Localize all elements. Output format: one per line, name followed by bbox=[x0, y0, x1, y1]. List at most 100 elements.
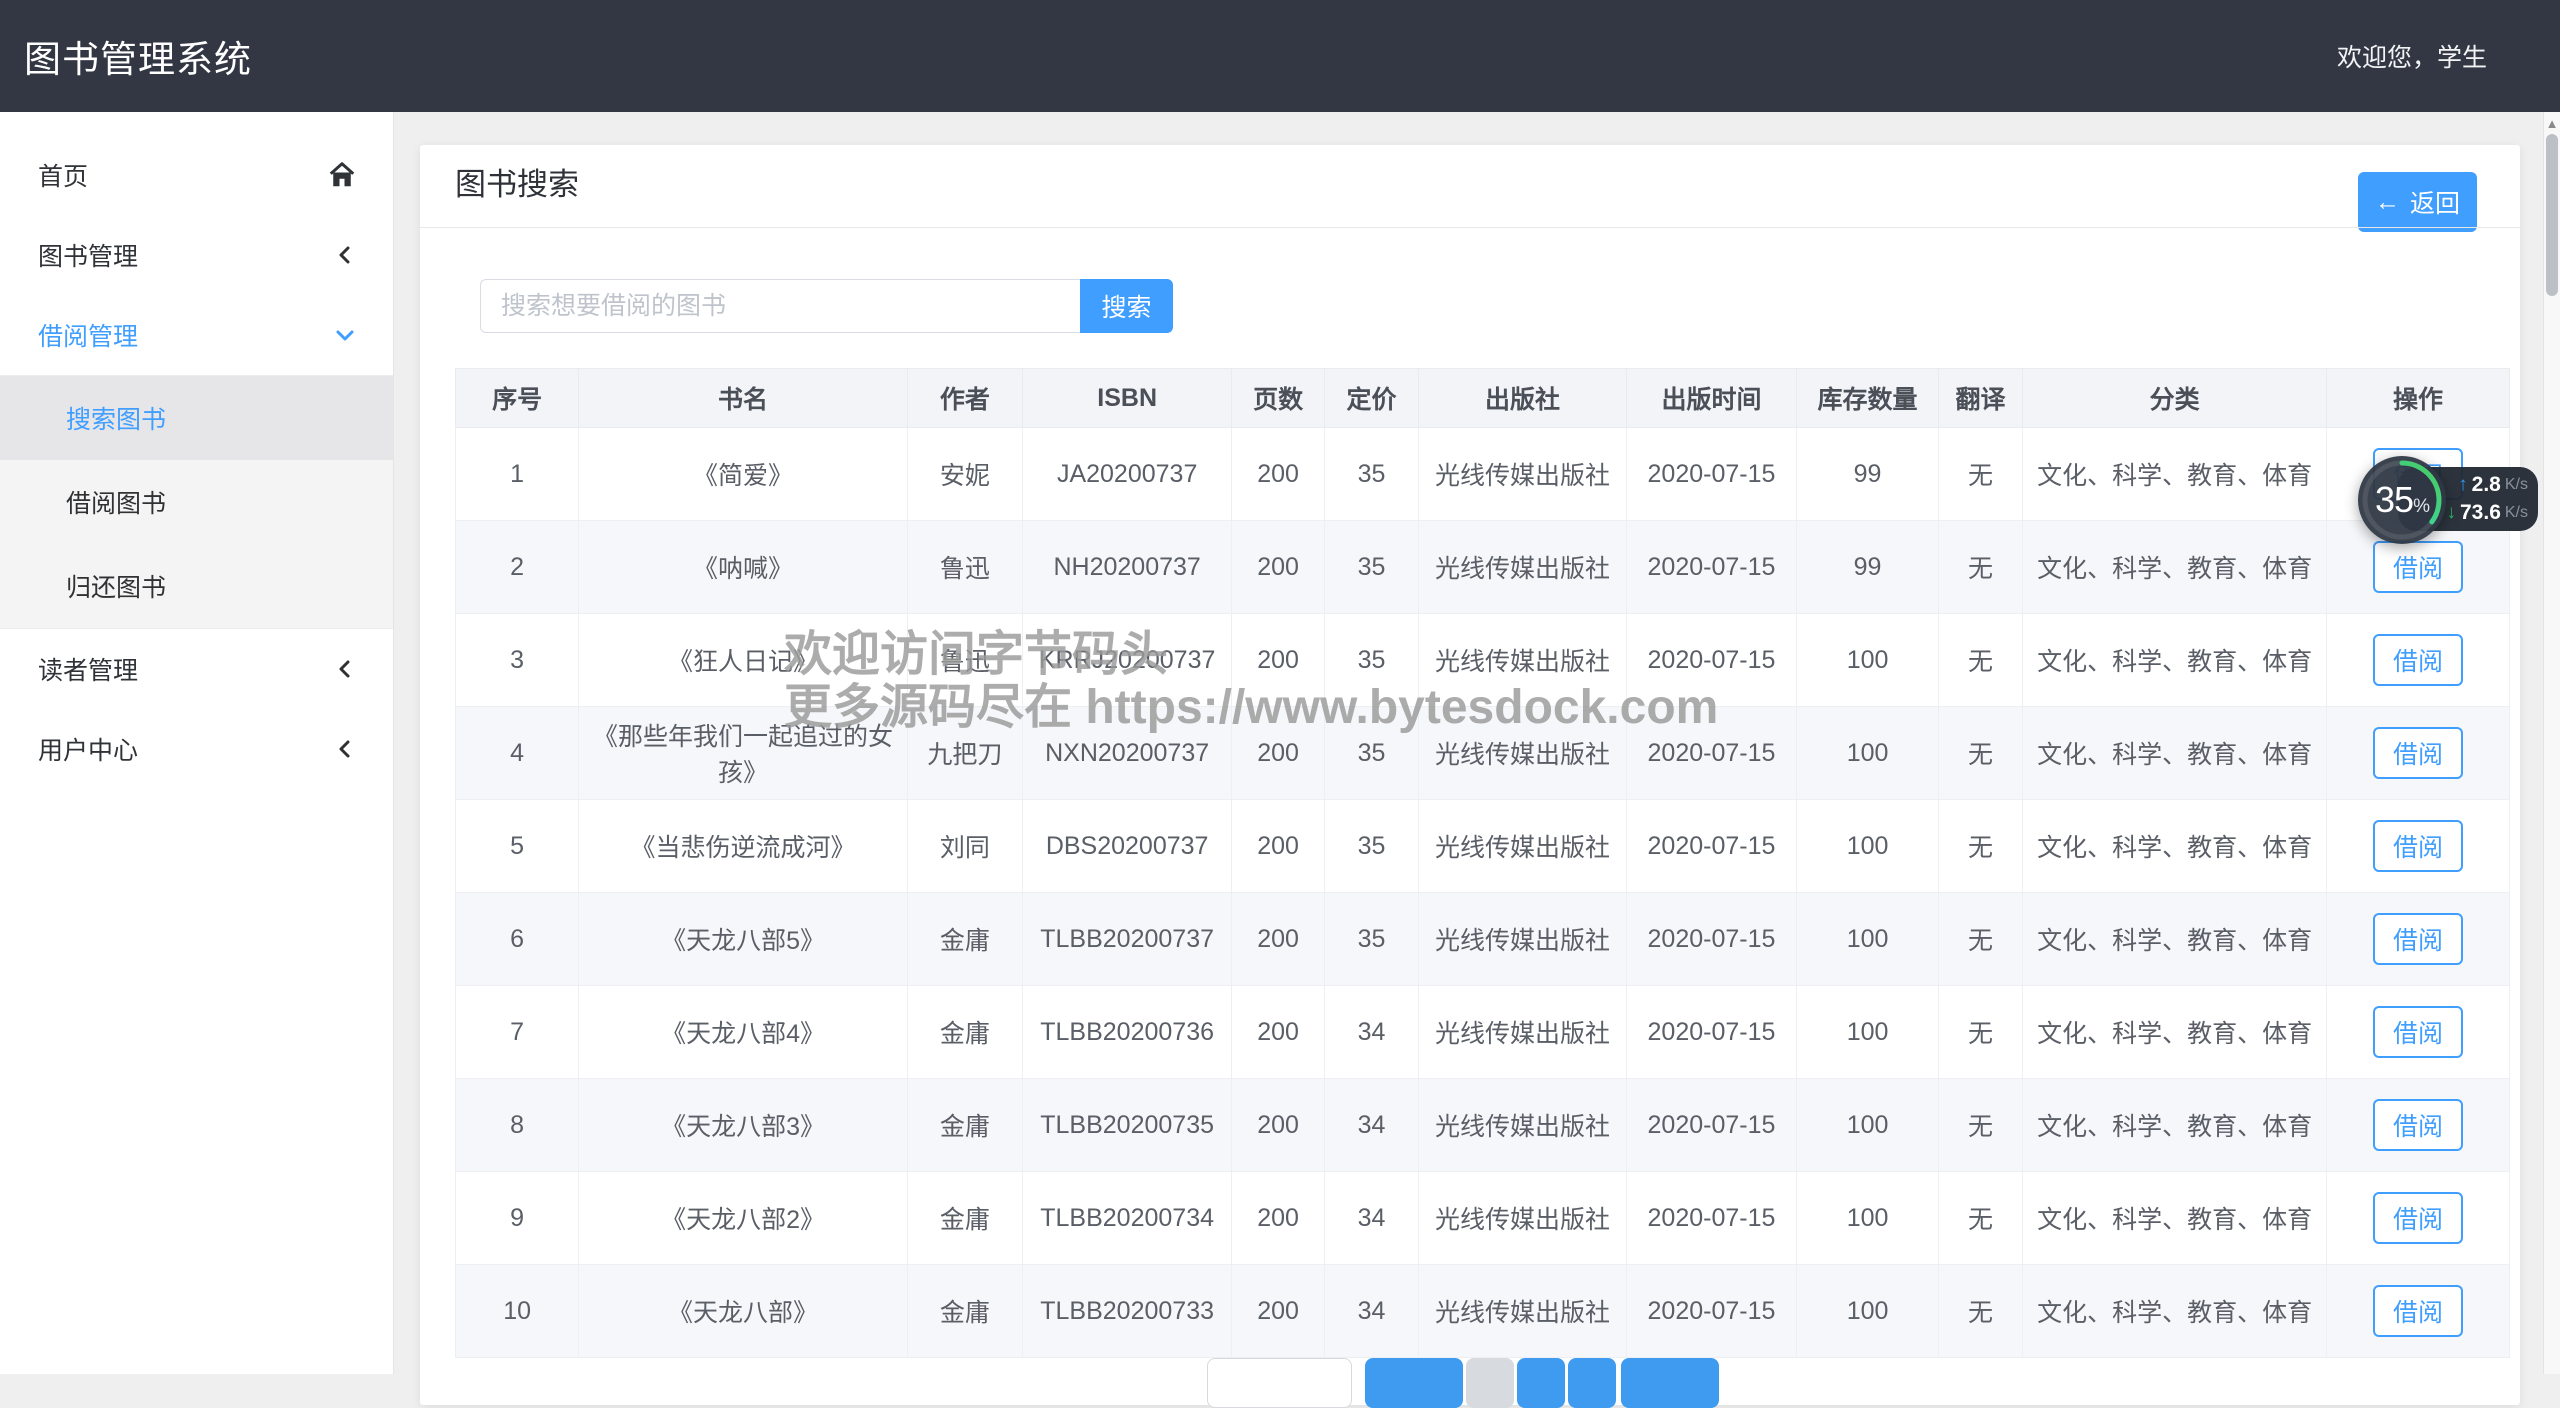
action-cell: 借阅 bbox=[2327, 614, 2510, 707]
sidebar-item-reader-management[interactable]: 读者管理 bbox=[0, 629, 393, 709]
table-header-row: 序号书名作者ISBN页数定价出版社出版时间库存数量翻译分类操作 bbox=[456, 369, 2510, 428]
borrow-button[interactable]: 借阅 bbox=[2373, 820, 2463, 872]
table-cell: 金庸 bbox=[907, 893, 1022, 986]
table-cell: 光线传媒出版社 bbox=[1419, 1172, 1626, 1265]
table-row: 6《天龙八部5》金庸TLBB2020073720035光线传媒出版社2020-0… bbox=[456, 893, 2510, 986]
sidebar-item-book-management[interactable]: 图书管理 bbox=[0, 215, 393, 295]
action-cell: 借阅 bbox=[2327, 1079, 2510, 1172]
table-cell: 文化、科学、教育、体育 bbox=[2023, 1265, 2327, 1358]
table-row: 3《狂人日记》鲁迅KRRJ2020073720035光线传媒出版社2020-07… bbox=[456, 614, 2510, 707]
table-cell: 《当悲伤逆流成河》 bbox=[579, 800, 908, 893]
sidebar-item-return-books[interactable]: 归还图书 bbox=[0, 544, 393, 628]
sidebar: 首页 图书管理 借阅管理 搜索图书 借阅图书 归还图书 读者管理 bbox=[0, 112, 394, 1374]
table-cell: 无 bbox=[1938, 1079, 2022, 1172]
table-cell: TLBB20200735 bbox=[1022, 1079, 1232, 1172]
table-cell: 文化、科学、教育、体育 bbox=[2023, 707, 2327, 800]
action-cell: 借阅 bbox=[2327, 707, 2510, 800]
borrow-button[interactable]: 借阅 bbox=[2373, 913, 2463, 965]
sidebar-item-user-center[interactable]: 用户中心 bbox=[0, 709, 393, 789]
table-row: 7《天龙八部4》金庸TLBB2020073620034光线传媒出版社2020-0… bbox=[456, 986, 2510, 1079]
welcome-text: 欢迎您，学生 bbox=[2337, 38, 2560, 74]
table-cell: 《天龙八部3》 bbox=[579, 1079, 908, 1172]
table-cell: 100 bbox=[1797, 800, 1939, 893]
table-cell: 2020-07-15 bbox=[1626, 428, 1796, 521]
vertical-scrollbar[interactable]: ▲ bbox=[2543, 112, 2560, 1374]
table-row: 9《天龙八部2》金庸TLBB2020073420034光线传媒出版社2020-0… bbox=[456, 1172, 2510, 1265]
table-cell: 1 bbox=[456, 428, 579, 521]
table-cell: 九把刀 bbox=[907, 707, 1022, 800]
borrow-button[interactable]: 借阅 bbox=[2373, 1285, 2463, 1337]
scroll-up-icon[interactable]: ▲ bbox=[2544, 116, 2560, 131]
table-cell: 文化、科学、教育、体育 bbox=[2023, 1172, 2327, 1265]
table-cell: 无 bbox=[1938, 707, 2022, 800]
borrow-button[interactable]: 借阅 bbox=[2373, 1099, 2463, 1151]
search-button[interactable]: 搜索 bbox=[1080, 279, 1173, 333]
borrow-button[interactable]: 借阅 bbox=[2373, 1006, 2463, 1058]
sidebar-item-borrow-books[interactable]: 借阅图书 bbox=[0, 460, 393, 544]
column-header: 库存数量 bbox=[1797, 369, 1939, 428]
table-cell: 99 bbox=[1797, 428, 1939, 521]
table-cell: DBS20200737 bbox=[1022, 800, 1232, 893]
table-cell: 光线传媒出版社 bbox=[1419, 614, 1626, 707]
sidebar-item-home[interactable]: 首页 bbox=[0, 135, 393, 215]
page-size-select[interactable] bbox=[1207, 1358, 1352, 1408]
sidebar-item-label: 首页 bbox=[38, 157, 88, 193]
table-cell: 34 bbox=[1324, 986, 1418, 1079]
table-cell: 2020-07-15 bbox=[1626, 1079, 1796, 1172]
sidebar-item-label: 用户中心 bbox=[38, 731, 138, 767]
borrow-button[interactable]: 借阅 bbox=[2373, 634, 2463, 686]
table-cell: 金庸 bbox=[907, 1172, 1022, 1265]
table-cell: 200 bbox=[1232, 614, 1324, 707]
pagination-page-button[interactable] bbox=[1466, 1358, 1514, 1408]
table-cell: 2020-07-15 bbox=[1626, 1172, 1796, 1265]
table-cell: 99 bbox=[1797, 521, 1939, 614]
table-cell: KRRJ20200737 bbox=[1022, 614, 1232, 707]
column-header: 出版社 bbox=[1419, 369, 1626, 428]
column-header: 分类 bbox=[2023, 369, 2327, 428]
action-cell: 借阅 bbox=[2327, 1265, 2510, 1358]
borrow-button[interactable]: 借阅 bbox=[2373, 541, 2463, 593]
table-cell: 200 bbox=[1232, 521, 1324, 614]
table-cell: 2020-07-15 bbox=[1626, 521, 1796, 614]
download-speed-unit: K/s bbox=[2505, 501, 2528, 525]
table-cell: 金庸 bbox=[907, 986, 1022, 1079]
table-cell: 光线传媒出版社 bbox=[1419, 428, 1626, 521]
table-cell: 鲁迅 bbox=[907, 614, 1022, 707]
borrow-button[interactable]: 借阅 bbox=[2373, 727, 2463, 779]
table-cell: 35 bbox=[1324, 800, 1418, 893]
table-cell: 2020-07-15 bbox=[1626, 800, 1796, 893]
table-cell: 光线传媒出版社 bbox=[1419, 521, 1626, 614]
borrow-button[interactable]: 借阅 bbox=[2373, 1192, 2463, 1244]
column-header: 作者 bbox=[907, 369, 1022, 428]
table-cell: 无 bbox=[1938, 800, 2022, 893]
action-cell: 借阅 bbox=[2327, 800, 2510, 893]
scrollbar-thumb[interactable] bbox=[2546, 134, 2558, 296]
pagination-next-button[interactable] bbox=[1621, 1358, 1719, 1408]
table-cell: 文化、科学、教育、体育 bbox=[2023, 521, 2327, 614]
app-title: 图书管理系统 bbox=[0, 29, 252, 83]
pagination-page-button[interactable] bbox=[1517, 1358, 1565, 1408]
upload-speed-value: 2.8 bbox=[2472, 473, 2501, 497]
sidebar-item-borrow-management[interactable]: 借阅管理 bbox=[0, 295, 393, 375]
table-cell: 无 bbox=[1938, 893, 2022, 986]
table-cell: 《天龙八部》 bbox=[579, 1265, 908, 1358]
borrow-submenu: 搜索图书 借阅图书 归还图书 bbox=[0, 375, 393, 629]
table-cell: 100 bbox=[1797, 707, 1939, 800]
pagination-prev-button[interactable] bbox=[1365, 1358, 1463, 1408]
table-cell: 100 bbox=[1797, 893, 1939, 986]
search-input[interactable] bbox=[480, 279, 1080, 333]
table-cell: 无 bbox=[1938, 1265, 2022, 1358]
download-arrow-icon: ↓ bbox=[2447, 501, 2457, 525]
sidebar-item-search-books[interactable]: 搜索图书 bbox=[0, 376, 393, 460]
table-row: 10《天龙八部》金庸TLBB2020073320034光线传媒出版社2020-0… bbox=[456, 1265, 2510, 1358]
table-cell: 9 bbox=[456, 1172, 579, 1265]
table-cell: 3 bbox=[456, 614, 579, 707]
progress-gauge[interactable]: 35% bbox=[2358, 456, 2446, 544]
table-row: 1《简爱》安妮JA2020073720035光线传媒出版社2020-07-159… bbox=[456, 428, 2510, 521]
chevron-left-icon bbox=[333, 737, 357, 761]
main-content: 图书搜索 ← 返回 搜索 序号书名作者ISBN页数定价出版社出版时间库存数量翻译… bbox=[394, 112, 2560, 1374]
chevron-left-icon bbox=[333, 243, 357, 267]
pagination-page-button[interactable] bbox=[1568, 1358, 1616, 1408]
table-cell: 200 bbox=[1232, 1265, 1324, 1358]
back-button[interactable]: ← 返回 bbox=[2358, 172, 2477, 232]
